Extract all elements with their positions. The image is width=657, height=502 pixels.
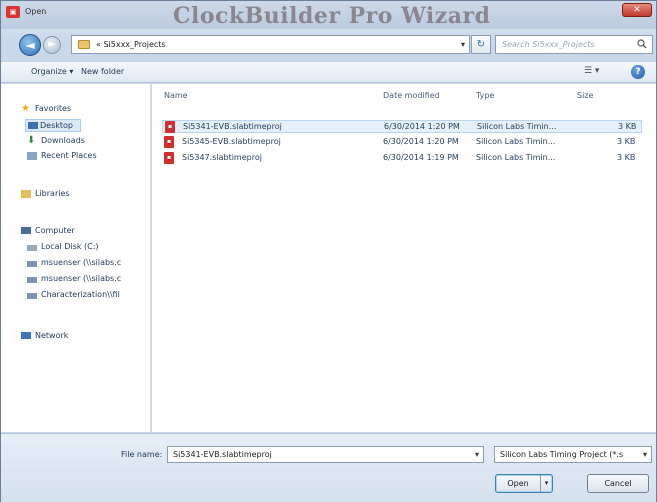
search-placeholder: Search Si5xxx_Projects bbox=[502, 40, 595, 49]
address-bar[interactable]: « Si5xxx_Projects ▾ bbox=[71, 35, 470, 54]
file-name-value: Si5341-EVB.slabtimeproj bbox=[173, 450, 272, 459]
star-icon: ★ bbox=[21, 103, 30, 114]
downloads-icon: ⬇ bbox=[27, 135, 36, 146]
address-row: ◄ ► « Si5xxx_Projects ▾ ↻ Search Si5xxx_… bbox=[1, 29, 656, 59]
search-icon bbox=[637, 39, 647, 49]
column-type[interactable]: Type bbox=[476, 91, 494, 100]
network-drive-icon bbox=[27, 293, 37, 299]
navigation-pane: ★ Favorites Desktop ⬇ Downloads Recent P… bbox=[1, 84, 151, 432]
drive-icon bbox=[27, 245, 37, 251]
file-date: 6/30/2014 1:19 PM bbox=[383, 153, 459, 162]
refresh-button[interactable]: ↻ bbox=[471, 35, 491, 54]
view-options-icon[interactable]: ☰ ▾ bbox=[584, 66, 599, 76]
file-name: Si5347.slabtimeproj bbox=[182, 153, 262, 162]
chevron-down-icon[interactable]: ▾ bbox=[461, 40, 465, 49]
file-row[interactable]: ▪ Si5347.slabtimeproj 6/30/2014 1:19 PM … bbox=[162, 152, 642, 165]
file-type-select[interactable]: Silicon Labs Timing Project (*.s ▾ bbox=[494, 446, 652, 463]
window-title: Open bbox=[25, 7, 47, 16]
open-button[interactable]: Open ▾ bbox=[495, 474, 553, 493]
folder-icon bbox=[78, 40, 90, 49]
file-name-input[interactable]: Si5341-EVB.slabtimeproj ▾ bbox=[167, 446, 484, 463]
file-size: 3 KB bbox=[618, 122, 637, 131]
network-icon bbox=[21, 332, 31, 339]
open-split-dropdown[interactable]: ▾ bbox=[540, 475, 552, 492]
open-label: Open bbox=[507, 479, 529, 488]
desktop-icon bbox=[28, 122, 38, 129]
file-name: Si5341-EVB.slabtimeproj bbox=[183, 122, 282, 131]
chevron-down-icon[interactable]: ▾ bbox=[475, 450, 479, 459]
file-row[interactable]: ▪ Si5341-EVB.slabtimeproj 6/30/2014 1:20… bbox=[162, 120, 642, 133]
file-list: Name Date modified Type Size ▪ Si5341-EV… bbox=[152, 84, 656, 432]
project-file-icon: ▪ bbox=[164, 152, 174, 164]
project-file-icon: ▪ bbox=[165, 121, 175, 133]
file-size: 3 KB bbox=[617, 153, 636, 162]
column-date-modified[interactable]: Date modified bbox=[383, 91, 440, 100]
network-drive-icon bbox=[27, 277, 37, 283]
column-size[interactable]: Size bbox=[577, 91, 593, 100]
cancel-button[interactable]: Cancel bbox=[587, 474, 649, 493]
organize-menu[interactable]: Organize ▾ bbox=[31, 67, 73, 76]
new-folder-button[interactable]: New folder bbox=[81, 67, 124, 76]
chevron-down-icon[interactable]: ▾ bbox=[643, 450, 647, 459]
network-drive-icon bbox=[27, 261, 37, 267]
file-name-label: File name: bbox=[121, 450, 163, 459]
close-button[interactable]: ✕ bbox=[622, 3, 652, 17]
nav-desktop[interactable]: Desktop bbox=[25, 119, 81, 132]
help-icon[interactable]: ? bbox=[631, 65, 645, 79]
search-input[interactable]: Search Si5xxx_Projects bbox=[495, 35, 653, 54]
file-type: Silicon Labs Timin... bbox=[476, 153, 556, 162]
file-name: Si5345-EVB.slabtimeproj bbox=[182, 137, 281, 146]
file-size: 3 KB bbox=[617, 137, 636, 146]
file-row[interactable]: ▪ Si5345-EVB.slabtimeproj 6/30/2014 1:20… bbox=[162, 136, 642, 149]
file-type: Silicon Labs Timin... bbox=[477, 122, 557, 131]
file-type-value: Silicon Labs Timing Project (*.s bbox=[500, 450, 624, 459]
forward-button[interactable]: ► bbox=[43, 36, 61, 54]
recent-places-icon bbox=[27, 152, 37, 160]
libraries-icon bbox=[21, 190, 31, 198]
file-type: Silicon Labs Timin... bbox=[476, 137, 556, 146]
title-bar: ▣ Open ClockBuilder Pro Wizard ✕ bbox=[1, 1, 656, 29]
toolbar: Organize ▾ New folder ☰ ▾ ? bbox=[1, 61, 656, 83]
bottom-panel: File name: Si5341-EVB.slabtimeproj ▾ Sil… bbox=[1, 433, 656, 502]
project-file-icon: ▪ bbox=[164, 136, 174, 148]
app-icon: ▣ bbox=[6, 6, 20, 18]
file-date: 6/30/2014 1:20 PM bbox=[384, 122, 460, 131]
address-path: « Si5xxx_Projects bbox=[96, 40, 166, 49]
column-name[interactable]: Name bbox=[164, 91, 188, 100]
file-date: 6/30/2014 1:20 PM bbox=[383, 137, 459, 146]
back-button[interactable]: ◄ bbox=[19, 34, 41, 56]
open-dialog: ▣ Open ClockBuilder Pro Wizard ✕ ◄ ► « S… bbox=[0, 0, 657, 502]
background-window-title: ClockBuilder Pro Wizard bbox=[173, 3, 491, 29]
computer-icon bbox=[21, 227, 31, 234]
